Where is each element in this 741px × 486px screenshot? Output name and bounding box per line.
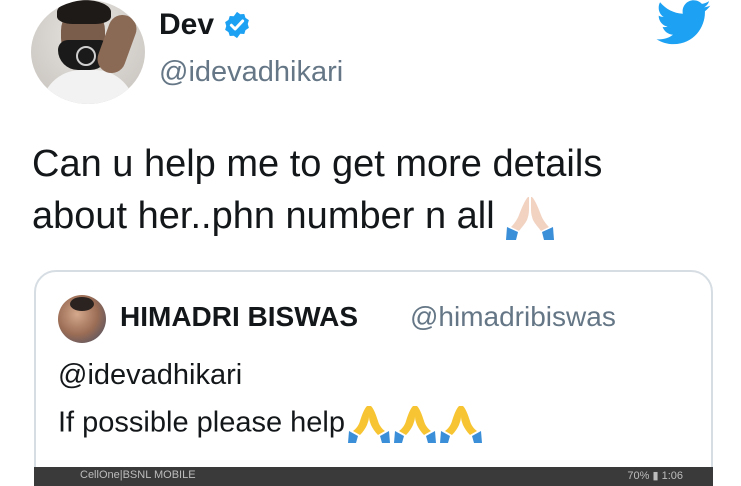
tweet-body: Can u help me to get more details about …: [32, 138, 722, 242]
quoted-mention[interactable]: @idevadhikari: [58, 359, 242, 392]
embedded-status-bar: CellOne|BSNL MOBILE 70% ▮ 1:06: [34, 467, 713, 486]
tweet-text-line-1: Can u help me to get more details: [32, 143, 603, 185]
folded-hands-emoji-icon: [506, 196, 555, 240]
tweet-card: Dev @idevadhikari Can u help me to get m…: [0, 0, 741, 486]
quoted-tweet[interactable]: HIMADRI BISWAS @himadribiswas @idevadhik…: [34, 270, 713, 486]
twitter-bird-icon[interactable]: [656, 0, 712, 46]
quoted-text-row: If possible please help: [58, 404, 483, 444]
tweet-text-line-2: about her..phn number n all: [32, 190, 722, 242]
author-name-row: Dev: [159, 8, 252, 42]
verified-badge-icon: [225, 11, 249, 39]
status-right-info: 70% ▮ 1:06: [627, 470, 683, 482]
author-name[interactable]: Dev: [159, 8, 214, 42]
quoted-author-handle[interactable]: @himadribiswas: [410, 301, 616, 333]
quoted-author-name[interactable]: HIMADRI BISWAS: [120, 301, 358, 333]
author-avatar[interactable]: [31, 0, 145, 104]
carrier-label: CellOne|BSNL MOBILE: [80, 469, 196, 481]
author-handle[interactable]: @idevadhikari: [159, 56, 343, 89]
folded-hands-emoji-icon: [347, 406, 482, 443]
quoted-text: If possible please help: [58, 406, 345, 439]
quoted-author-avatar[interactable]: [58, 295, 106, 343]
